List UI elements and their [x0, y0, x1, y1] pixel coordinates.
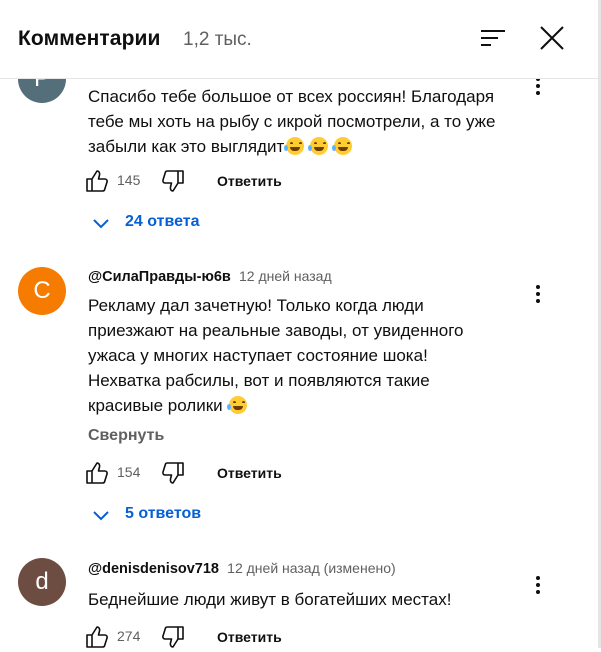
- sort-button[interactable]: [478, 24, 508, 54]
- avatar[interactable]: C: [18, 267, 66, 315]
- chevron-down-icon: [93, 511, 109, 521]
- comments-header: Комментарии 1,2 тыс.: [0, 0, 598, 79]
- comment-header: @СилаПравды-ю6в 12 дней назад: [88, 268, 332, 285]
- laughing-emoji-icon: [332, 137, 353, 155]
- thumbs-down-icon[interactable]: [160, 168, 186, 194]
- close-icon: [540, 26, 564, 50]
- chevron-down-icon: [93, 219, 109, 229]
- thumbs-down-icon[interactable]: [160, 624, 186, 650]
- reply-button[interactable]: Ответить: [217, 629, 282, 645]
- thumbs-up-icon[interactable]: [84, 460, 110, 486]
- comment-author[interactable]: @СилаПравды-ю6в: [88, 269, 231, 285]
- more-options-button[interactable]: [528, 282, 548, 310]
- more-vert-icon: [536, 285, 540, 289]
- laughing-emoji-icon: [226, 396, 247, 414]
- like-count: 274: [117, 628, 141, 644]
- sort-icon: [481, 30, 505, 46]
- more-vert-icon: [536, 576, 540, 580]
- thumbs-down-icon[interactable]: [160, 460, 186, 486]
- comment-author[interactable]: @denisdenisov718: [88, 561, 219, 577]
- thumbs-up-icon[interactable]: [84, 168, 110, 194]
- comment-item: C @СилаПравды-ю6в 12 дней назад Рекламу …: [0, 250, 598, 540]
- comment-item: d @denisdenisov718 12 дней назад (измене…: [0, 540, 598, 648]
- replies-label: 24 ответа: [125, 213, 200, 230]
- comment-text: Рекламу дал зачетную! Только когда люди …: [88, 296, 464, 415]
- comment-time[interactable]: 12 дней назад: [239, 268, 332, 284]
- avatar[interactable]: d: [18, 558, 66, 606]
- close-button[interactable]: [536, 22, 568, 54]
- thumbs-up-icon[interactable]: [84, 624, 110, 650]
- comment-text: Спасибо тебе большое от всех россиян! Бл…: [88, 87, 496, 156]
- laughing-emoji-icon: [308, 137, 329, 155]
- replies-label: 5 ответов: [125, 505, 202, 522]
- comment-time[interactable]: 12 дней назад (изменено): [227, 560, 396, 576]
- like-count: 145: [117, 172, 141, 188]
- more-options-button[interactable]: [528, 573, 548, 601]
- comment-header: @denisdenisov718 12 дней назад (изменено…: [88, 560, 396, 577]
- comments-count: 1,2 тыс.: [183, 29, 252, 50]
- reply-button[interactable]: Ответить: [217, 173, 282, 189]
- comment-text: Беднейшие люди живут в богатейших местах…: [88, 590, 452, 609]
- comments-title: Комментарии: [18, 27, 161, 50]
- reply-button[interactable]: Ответить: [217, 465, 282, 481]
- collapse-button[interactable]: Свернуть: [88, 427, 164, 445]
- laughing-emoji-icon: [284, 137, 305, 155]
- like-count: 154: [117, 464, 141, 480]
